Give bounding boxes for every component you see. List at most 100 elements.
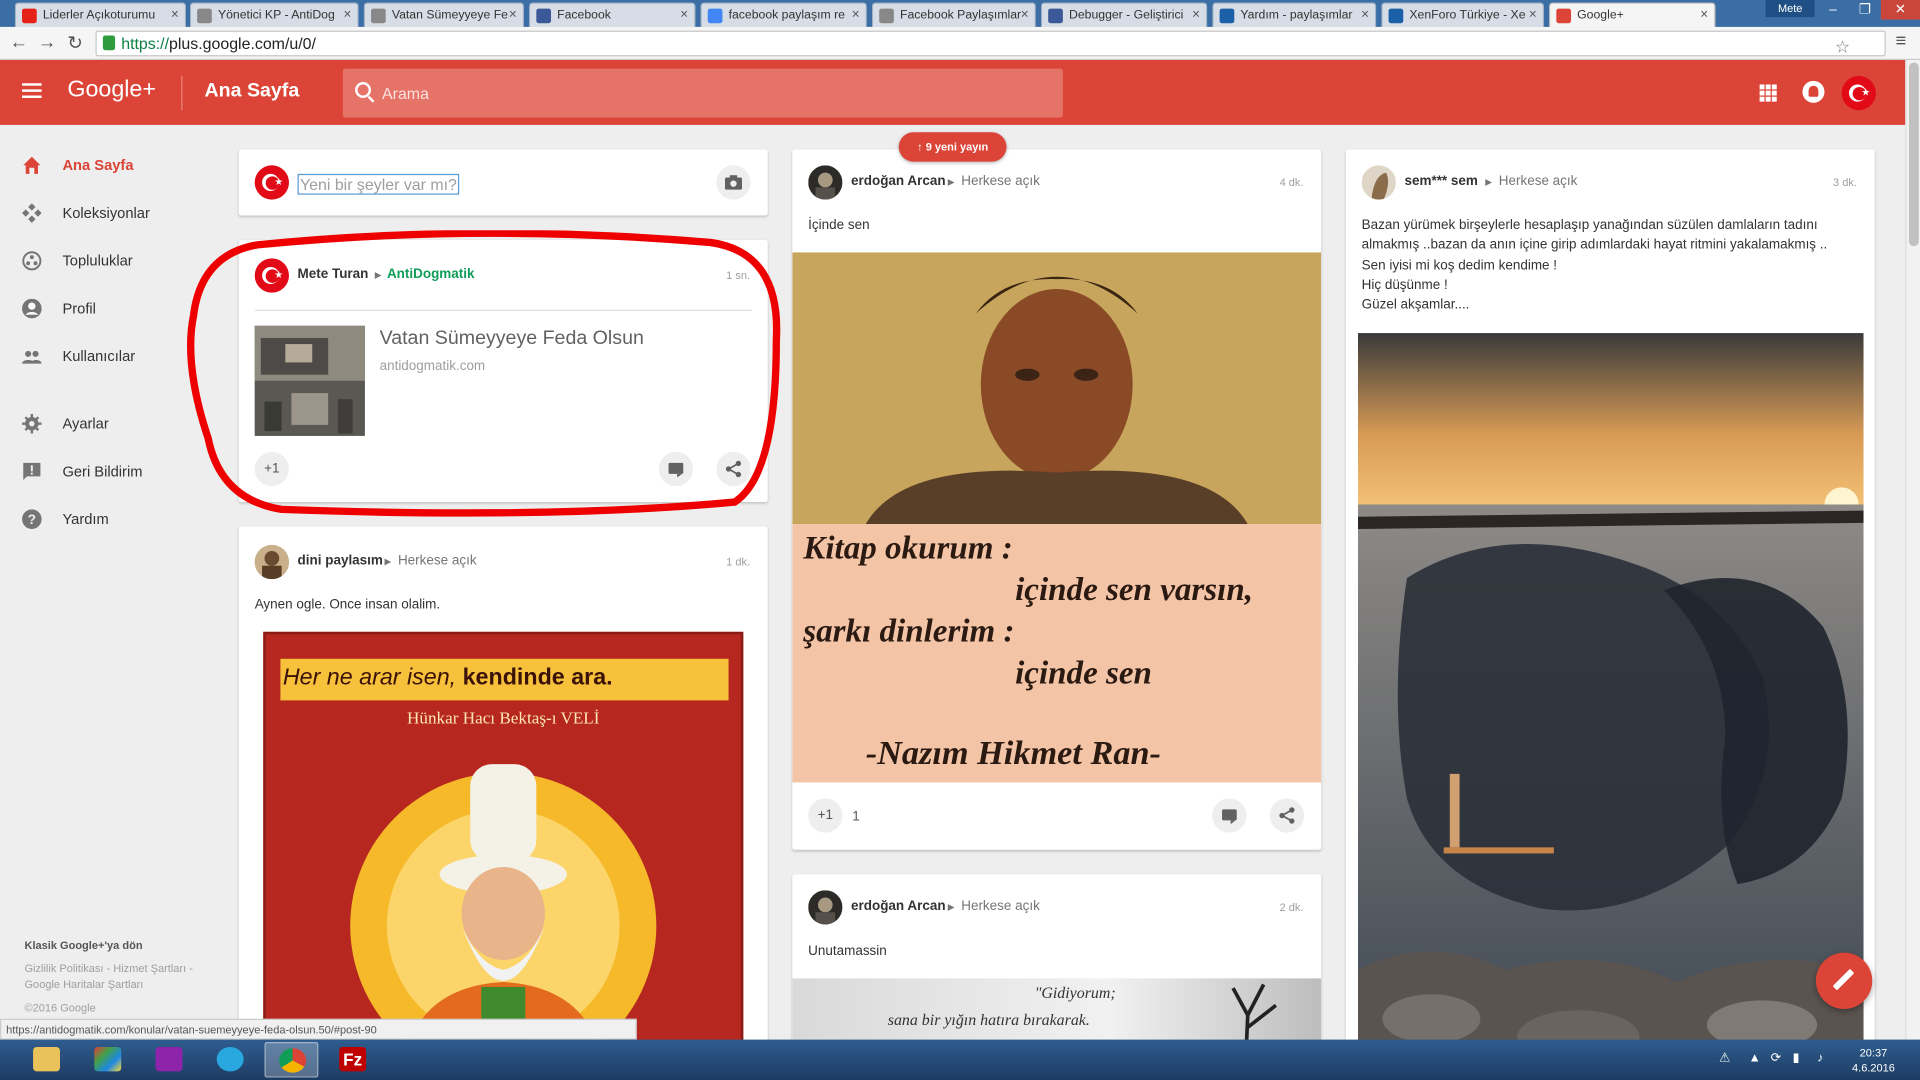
chrome-menu-icon[interactable]: ≡ xyxy=(1896,31,1907,52)
close-tab-icon[interactable]: × xyxy=(1529,7,1537,22)
bookmark-star-icon[interactable]: ☆ xyxy=(1835,37,1850,58)
close-tab-icon[interactable]: × xyxy=(1192,7,1200,22)
minimize-button[interactable]: – xyxy=(1817,0,1849,20)
sidebar-item-help[interactable]: ? Yardım xyxy=(0,498,220,540)
url-input[interactable]: https://plus.google.com/u/0/ ☆ xyxy=(95,30,1886,58)
author-avatar[interactable] xyxy=(1361,165,1396,200)
taskbar-media[interactable] xyxy=(81,1042,135,1078)
close-tab-icon[interactable]: × xyxy=(1361,7,1369,22)
composer-input[interactable]: Yeni bir şeyler var mı? xyxy=(297,173,460,195)
page-title: Ana Sayfa xyxy=(204,80,300,102)
sidebar-item-profile[interactable]: Profil xyxy=(0,288,220,330)
browser-tab[interactable]: Debugger - Geliştirici × xyxy=(1040,2,1208,27)
browser-tab[interactable]: Facebook Paylaşımlar × xyxy=(871,2,1036,27)
share-button[interactable] xyxy=(716,451,751,487)
share-button[interactable] xyxy=(1269,798,1305,833)
maximize-button[interactable]: ❐ xyxy=(1849,0,1881,20)
post-image[interactable]: Her ne arar isen, kendinde ara. Hünkar H… xyxy=(263,631,744,1066)
post-author[interactable]: sem*** sem xyxy=(1404,174,1477,189)
settings-icon xyxy=(22,413,42,434)
browser-user-badge[interactable]: Mete xyxy=(1765,0,1815,18)
add-photo-button[interactable] xyxy=(716,165,751,200)
browser-tab[interactable]: Vatan Sümeyyeye Fe × xyxy=(363,2,525,27)
browser-tab[interactable]: Yönetici KP - AntiDog × xyxy=(189,2,359,27)
post-author[interactable]: erdoğan Arcan xyxy=(851,899,946,914)
pencil-icon xyxy=(1832,968,1855,991)
browser-tab[interactable]: facebook paylaşım re × xyxy=(700,2,867,27)
sidebar-item-collections[interactable]: Koleksiyonlar xyxy=(0,192,220,234)
sidebar-item-feedback[interactable]: Geri Bildirim xyxy=(0,451,220,493)
footer-links-2[interactable]: Google Haritalar Şartları xyxy=(24,977,143,993)
browser-tab-label: XenForo Türkiye - Xe xyxy=(1409,8,1526,23)
author-avatar[interactable] xyxy=(254,544,289,580)
close-tab-icon[interactable]: × xyxy=(680,7,688,22)
gplus-logo[interactable]: Google+ xyxy=(67,77,156,104)
link-thumbnail[interactable] xyxy=(254,325,365,436)
tray-expand-icon[interactable]: ▲ xyxy=(1749,1052,1761,1065)
sidebar-item-settings[interactable]: Ayarlar xyxy=(0,403,220,445)
post-image[interactable] xyxy=(1357,333,1864,1068)
sidebar-item-communities[interactable]: Topluluklar xyxy=(0,240,220,282)
search-input[interactable] xyxy=(382,80,1044,106)
search-box[interactable] xyxy=(342,68,1063,118)
taskbar-ie[interactable] xyxy=(203,1042,257,1078)
post-author[interactable]: Mete Turan xyxy=(298,267,369,282)
post-visibility[interactable]: Herkese açık xyxy=(961,899,1040,914)
post-community[interactable]: AntiDogmatik xyxy=(387,267,475,282)
taskbar-clock[interactable]: 20:37 4.6.2016 xyxy=(1837,1046,1910,1075)
author-avatar[interactable] xyxy=(808,165,843,200)
taskbar-presentation[interactable] xyxy=(142,1042,196,1078)
tray-volume-icon[interactable]: ♪ xyxy=(1817,1052,1823,1065)
tray-sync-icon[interactable]: ⟳ xyxy=(1771,1052,1781,1065)
comment-button[interactable] xyxy=(1212,798,1247,833)
post-visibility[interactable]: Herkese açık xyxy=(961,174,1040,189)
taskbar-explorer[interactable] xyxy=(20,1042,74,1078)
page-scrollbar[interactable] xyxy=(1905,60,1920,1040)
footer-links[interactable]: Gizlilik Politikası - Hizmet Şartları - xyxy=(24,961,192,977)
browser-tab[interactable]: Facebook × xyxy=(528,2,696,27)
comment-button[interactable] xyxy=(658,451,694,487)
reload-icon[interactable]: ↻ xyxy=(67,32,82,54)
chevron-right-icon: ▸ xyxy=(947,900,955,915)
gplus-header: Google+ Ana Sayfa ★ xyxy=(0,60,1906,125)
post-visibility[interactable]: Herkese açık xyxy=(398,553,477,568)
close-tab-icon[interactable]: × xyxy=(1021,7,1029,22)
account-avatar[interactable]: ★ xyxy=(1841,75,1876,111)
sidebar-item-people[interactable]: Kullanıcılar xyxy=(0,336,220,378)
post-author[interactable]: erdoğan Arcan xyxy=(851,174,946,189)
tray-notification-icon[interactable]: ⚠ xyxy=(1719,1052,1730,1065)
taskbar-chrome[interactable] xyxy=(264,1042,319,1078)
people-icon xyxy=(22,350,42,364)
image-quote-part2: kendinde ara. xyxy=(462,664,613,691)
author-avatar[interactable]: ★ xyxy=(254,258,289,293)
sidebar-item-home[interactable]: Ana Sayfa xyxy=(0,144,220,186)
browser-tab[interactable]: XenForo Türkiye - Xe × xyxy=(1381,2,1545,27)
author-avatar[interactable] xyxy=(808,890,843,925)
link-title[interactable]: Vatan Sümeyyeye Feda Olsun xyxy=(380,328,644,350)
taskbar-filezilla[interactable]: Fz xyxy=(326,1042,380,1078)
close-tab-icon[interactable]: × xyxy=(509,7,517,22)
close-tab-icon[interactable]: × xyxy=(1700,7,1708,22)
browser-tab[interactable]: Liderler Açıkoturumu × xyxy=(14,2,187,27)
plus-one-button[interactable]: +1 xyxy=(254,451,289,487)
apps-grid-icon[interactable] xyxy=(1759,84,1777,102)
close-tab-icon[interactable]: × xyxy=(852,7,860,22)
back-icon[interactable]: ← xyxy=(10,32,28,53)
browser-tab[interactable]: Yardım - paylaşımlar × xyxy=(1212,2,1377,27)
close-tab-icon[interactable]: × xyxy=(171,7,179,22)
browser-tab[interactable]: Google+ × xyxy=(1548,2,1716,27)
post-visibility[interactable]: Herkese açık xyxy=(1499,174,1578,189)
classic-gplus-link[interactable]: Klasik Google+'ya dön xyxy=(24,938,142,954)
notifications-bell-icon[interactable] xyxy=(1802,80,1825,103)
hamburger-menu-icon[interactable] xyxy=(22,83,42,98)
tray-network-icon[interactable]: ▮ xyxy=(1793,1052,1800,1065)
scrollbar-thumb[interactable] xyxy=(1908,62,1919,247)
post-image[interactable]: Kitap okurum : içinde sen varsın, şarkı … xyxy=(792,252,1322,783)
compose-fab-button[interactable] xyxy=(1815,952,1873,1009)
plus-one-button[interactable]: +1 xyxy=(808,798,843,833)
forward-icon[interactable]: → xyxy=(38,32,56,53)
new-posts-button[interactable]: ↑ 9 yeni yayın xyxy=(898,132,1007,162)
post-author[interactable]: dini paylasım xyxy=(298,553,383,568)
close-tab-icon[interactable]: × xyxy=(344,7,352,22)
close-window-button[interactable]: ✕ xyxy=(1880,0,1920,20)
